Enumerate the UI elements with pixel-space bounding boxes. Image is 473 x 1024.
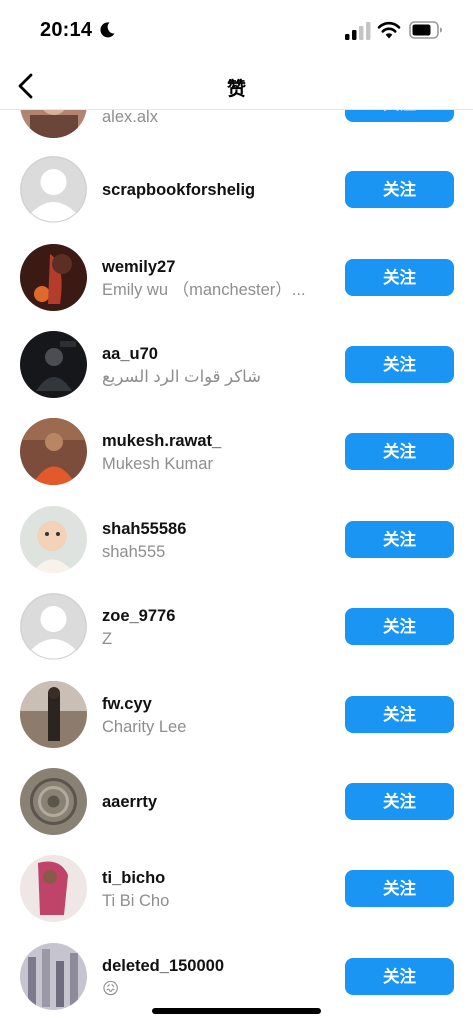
status-bar: 20:14 <box>0 0 473 62</box>
avatar[interactable] <box>20 331 87 398</box>
status-time: 20:14 <box>40 19 93 41</box>
battery-icon <box>409 21 442 39</box>
follow-button[interactable]: 关注 <box>345 346 454 383</box>
nav-bar: 赞 <box>0 62 473 110</box>
moon-icon <box>100 22 115 38</box>
home-indicator <box>152 1008 321 1014</box>
avatar[interactable] <box>20 593 87 660</box>
list-item[interactable]: scrapbookforshelig 关注 <box>0 156 473 243</box>
page-title: 赞 <box>226 79 246 100</box>
avatar[interactable] <box>20 244 87 311</box>
list-item[interactable]: mukesh.rawat_ Mukesh Kumar 关注 <box>0 418 473 505</box>
follow-button[interactable]: 关注 <box>345 608 454 645</box>
full-name: Charity Lee <box>102 718 187 736</box>
avatar[interactable] <box>20 418 87 485</box>
list-item[interactable]: wemily27 Emily wu （manchester）... 关注 <box>0 244 473 331</box>
follow-button[interactable]: 关注 <box>345 521 454 558</box>
username: zoe_9776 <box>102 607 176 625</box>
avatar[interactable] <box>20 681 87 748</box>
avatar[interactable] <box>20 855 87 922</box>
username: deleted_150000 <box>102 957 225 975</box>
list-item[interactable]: zoe_9776 Z 关注 <box>0 593 473 680</box>
list-item[interactable]: aaerrty 关注 <box>0 768 473 855</box>
avatar[interactable] <box>20 943 87 1010</box>
username: fw.cyy <box>102 695 152 713</box>
list-item[interactable]: ti_bicho Ti Bi Cho 关注 <box>0 855 473 942</box>
follow-button[interactable]: 关注 <box>345 433 454 470</box>
likes-screen: 20:14 赞 alex.alx scrapbookforshelig 关注 w… <box>0 0 473 1024</box>
avatar[interactable] <box>20 156 87 223</box>
wifi-icon <box>377 21 401 39</box>
follow-button[interactable]: 关注 <box>345 259 454 296</box>
list-item[interactable]: aa_u70 شاكر قوات الرد السريع 关注 <box>0 331 473 418</box>
avatar[interactable] <box>20 768 87 835</box>
follow-button[interactable]: 关注 <box>345 870 454 907</box>
full-name: Ti Bi Cho <box>102 892 170 910</box>
full-name: Emily wu （manchester）... <box>102 281 306 299</box>
full-name: Mukesh Kumar <box>102 455 213 473</box>
list-item[interactable]: fw.cyy Charity Lee 关注 <box>0 681 473 768</box>
full-name: 😖 <box>102 980 120 998</box>
username: wemily27 <box>102 258 176 276</box>
full-name: shah555 <box>102 543 166 561</box>
cellular-signal-icon <box>345 22 371 40</box>
follow-button[interactable]: 关注 <box>345 783 454 820</box>
follow-button[interactable]: 关注 <box>345 171 454 208</box>
avatar[interactable] <box>20 506 87 573</box>
username: aaerrty <box>102 793 158 811</box>
list-item[interactable]: shah55586 shah555 关注 <box>0 506 473 593</box>
username: ti_bicho <box>102 869 166 887</box>
username: aa_u70 <box>102 345 158 363</box>
full-name: Z <box>102 630 113 648</box>
follow-button[interactable]: 关注 <box>345 958 454 995</box>
follow-button[interactable]: 关注 <box>345 696 454 733</box>
username: shah55586 <box>102 520 187 538</box>
full-name: شاكر قوات الرد السريع <box>102 368 261 386</box>
username: scrapbookforshelig <box>102 181 256 199</box>
username: mukesh.rawat_ <box>102 432 222 450</box>
